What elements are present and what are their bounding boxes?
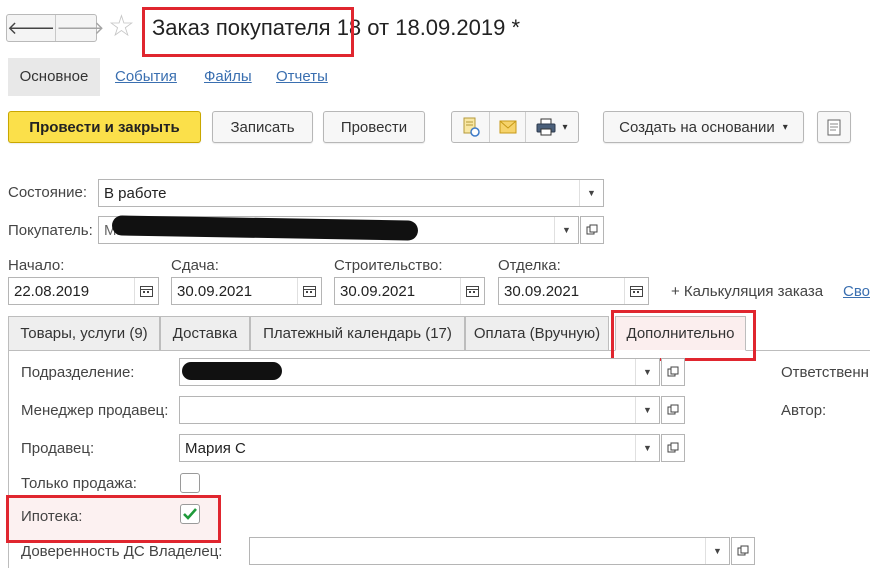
sale-only-label: Только продажа: (21, 475, 137, 492)
division-open-button[interactable] (661, 358, 685, 386)
calendar-icon[interactable] (460, 278, 484, 304)
chevron-down-icon[interactable]: ▼ (635, 359, 659, 385)
tab-payment-calendar[interactable]: Платежный календарь (17) (250, 316, 465, 351)
construction-date-value: 30.09.2021 (340, 282, 416, 300)
start-date-field[interactable]: 22.08.2019 (8, 277, 159, 305)
create-based-on-label: Создать на основании (619, 118, 775, 136)
seller-label: Продавец: (21, 440, 95, 457)
open-window-icon (667, 366, 679, 377)
poa-owner-open-button[interactable] (731, 537, 755, 565)
open-window-icon (667, 442, 679, 453)
open-window-icon (586, 224, 598, 235)
start-label: Начало: (8, 257, 65, 274)
arrow-right-icon: 🡒 (56, 17, 105, 38)
manager-label: Менеджер продавец: (21, 402, 169, 419)
document-link-button[interactable] (452, 112, 490, 142)
delivery-label: Сдача: (171, 257, 219, 274)
chevron-down-icon[interactable]: ▼ (705, 538, 729, 564)
customer-open-button[interactable] (580, 216, 604, 244)
seller-value: Мария С (185, 439, 246, 457)
finishing-date-field[interactable]: 30.09.2021 (498, 277, 649, 305)
chevron-down-icon: ▾ (562, 121, 568, 133)
open-window-icon (667, 404, 679, 415)
chevron-down-icon[interactable]: ▼ (554, 217, 578, 243)
title-highlight-box (142, 7, 354, 57)
construction-date-field[interactable]: 30.09.2021 (334, 277, 485, 305)
manager-open-button[interactable] (661, 396, 685, 424)
chevron-down-icon: ▾ (782, 121, 788, 133)
post-button[interactable]: Провести (323, 111, 425, 143)
seller-open-button[interactable] (661, 434, 685, 462)
chevron-down-icon[interactable]: ▼ (579, 180, 603, 206)
print-button[interactable]: ▾ (526, 112, 578, 142)
author-label: Автор: (781, 402, 827, 419)
state-value: В работе (104, 184, 167, 202)
delivery-date-field[interactable]: 30.09.2021 (171, 277, 322, 305)
redacted-division-scribble (182, 362, 282, 380)
document-list-icon (827, 119, 841, 135)
print-actions-group: ▾ (451, 111, 579, 143)
state-label: Состояние: (8, 184, 88, 201)
poa-owner-label: Доверенность ДС Владелец: (21, 543, 223, 560)
customer-label: Покупатель: (8, 222, 93, 239)
post-and-close-button[interactable]: Провести и закрыть (8, 111, 201, 143)
calendar-icon[interactable] (134, 278, 158, 304)
construction-label: Строительство: (334, 257, 443, 274)
forward-button[interactable]: 🡒 (55, 15, 105, 41)
more-actions-button[interactable] (817, 111, 851, 143)
arrow-left-icon: 🡐 (7, 17, 56, 38)
document-chain-icon (463, 117, 480, 137)
calendar-icon[interactable] (624, 278, 648, 304)
favorite-star-icon[interactable]: ☆ (108, 10, 135, 44)
history-nav: 🡐 🡒 (6, 14, 105, 42)
tab-payment-manual[interactable]: Оплата (Вручную) (465, 316, 609, 351)
tab-files[interactable]: Файлы (204, 58, 252, 96)
tab-delivery[interactable]: Доставка (160, 316, 250, 351)
calendar-icon[interactable] (297, 278, 321, 304)
chevron-down-icon[interactable]: ▼ (635, 435, 659, 461)
chevron-down-icon[interactable]: ▼ (635, 397, 659, 423)
poa-owner-field[interactable]: ▼ (249, 537, 730, 565)
email-button[interactable] (490, 112, 526, 142)
printer-icon (536, 118, 556, 136)
seller-field[interactable]: Мария С ▼ (179, 434, 660, 462)
tab-main[interactable]: Основное (8, 58, 100, 96)
back-button[interactable]: 🡐 (7, 15, 55, 41)
mortgage-highlight-box (6, 495, 221, 543)
responsible-label: Ответственн (781, 364, 869, 381)
division-label: Подразделение: (21, 364, 135, 381)
save-button[interactable]: Записать (212, 111, 313, 143)
state-field[interactable]: В работе ▼ (98, 179, 604, 207)
tab-goods-services[interactable]: Товары, услуги (9) (8, 316, 160, 351)
manager-field[interactable]: ▼ (179, 396, 660, 424)
open-window-icon (737, 545, 749, 556)
order-calculation-link[interactable]: + Калькуляция заказа (671, 283, 823, 300)
properties-link[interactable]: Сво (843, 283, 870, 300)
finishing-label: Отделка: (498, 257, 561, 274)
sale-only-checkbox[interactable] (180, 473, 200, 493)
finishing-date-value: 30.09.2021 (504, 282, 580, 300)
create-based-on-button[interactable]: Создать на основании ▾ (603, 111, 804, 143)
envelope-icon (499, 120, 516, 134)
tab-events[interactable]: События (115, 58, 177, 96)
delivery-date-value: 30.09.2021 (177, 282, 253, 300)
start-date-value: 22.08.2019 (14, 282, 90, 300)
tab-reports[interactable]: Отчеты (276, 58, 328, 96)
